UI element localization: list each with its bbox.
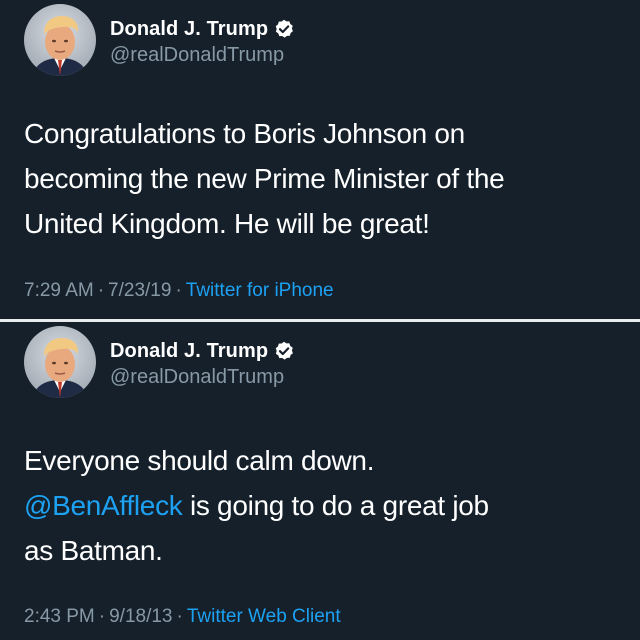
tweet-text-line: Everyone should calm down. — [24, 445, 375, 476]
meta-separator: · — [97, 280, 105, 301]
author-names: Donald J. Trump @realDonaldTrump — [110, 16, 294, 67]
tweet-card[interactable]: Donald J. Trump @realDonaldTrump Everyon… — [0, 322, 640, 640]
tweet-text-fragment: is going to do a great job — [189, 490, 489, 521]
meta-separator: · — [98, 606, 106, 627]
avatar[interactable] — [24, 4, 96, 76]
display-name-row: Donald J. Trump — [110, 16, 294, 42]
tweet-meta: 2:43 PM · 9/18/13 · Twitter Web Client — [24, 606, 341, 628]
tweet-time[interactable]: 2:43 PM — [24, 606, 95, 627]
tweet-date[interactable]: 9/18/13 — [109, 606, 172, 627]
mention-link[interactable]: @BenAffleck — [24, 490, 183, 521]
tweet-time[interactable]: 7:29 AM — [24, 280, 94, 301]
tweet-text-line: becoming the new Prime Minister of the — [24, 163, 505, 194]
tweet-meta: 7:29 AM · 7/23/19 · Twitter for iPhone — [24, 280, 334, 302]
meta-separator: · — [175, 280, 182, 301]
verified-badge-icon — [274, 19, 294, 39]
display-name[interactable]: Donald J. Trump — [110, 18, 268, 41]
avatar-photo-icon — [24, 4, 96, 76]
tweet-text: Congratulations to Boris Johnson on beco… — [24, 111, 614, 246]
tweet-text-line: Congratulations to Boris Johnson on — [24, 118, 465, 149]
tweet-text: Everyone should calm down. @BenAffleck i… — [24, 438, 614, 573]
verified-badge-icon — [274, 341, 294, 361]
user-handle[interactable]: @realDonaldTrump — [110, 44, 294, 67]
avatar-photo-icon — [24, 326, 96, 398]
user-handle[interactable]: @realDonaldTrump — [110, 366, 294, 389]
display-name-row: Donald J. Trump — [110, 338, 294, 364]
meta-separator: · — [176, 606, 183, 627]
tweet-text-line: as Batman. — [24, 535, 163, 566]
author-names: Donald J. Trump @realDonaldTrump — [110, 338, 294, 389]
tweet-text-line: @BenAffleck is going to do a great job — [24, 483, 614, 528]
tweet-source-link[interactable]: Twitter for iPhone — [186, 280, 334, 301]
tweet-date[interactable]: 7/23/19 — [108, 280, 171, 301]
avatar[interactable] — [24, 326, 96, 398]
tweet-card[interactable]: Donald J. Trump @realDonaldTrump Congrat… — [0, 0, 640, 319]
tweet-source-link[interactable]: Twitter Web Client — [187, 606, 341, 627]
display-name[interactable]: Donald J. Trump — [110, 340, 268, 363]
tweet-text-line: United Kingdom. He will be great! — [24, 208, 430, 239]
